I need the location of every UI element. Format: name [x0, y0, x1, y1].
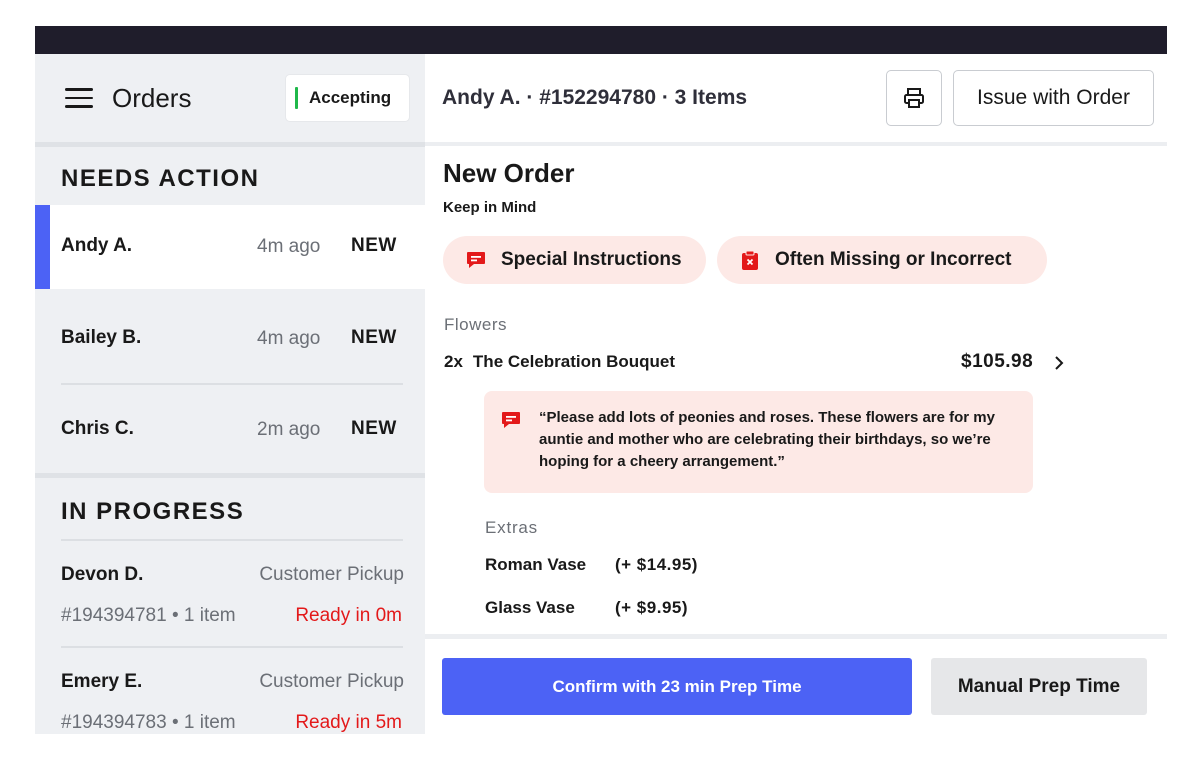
extra-price: (+ $9.95): [615, 598, 689, 617]
order-status-tag: NEW: [351, 235, 397, 256]
footer-divider: [425, 634, 1167, 639]
sidebar-title: Orders: [112, 83, 192, 113]
item-category: Flowers: [444, 315, 508, 334]
selected-indicator: [35, 205, 50, 289]
special-instructions-text: “Please add lots of peonies and roses. T…: [539, 409, 995, 470]
order-number-meta: #194394781 • 1 item: [61, 605, 236, 626]
item-quantity: 2x: [444, 352, 463, 371]
needs-action-title: NEEDS ACTION: [61, 165, 260, 192]
special-instructions-pill[interactable]: Special Instructions: [443, 236, 706, 284]
item-name: The Celebration Bouquet: [472, 352, 676, 371]
order-status-tag: NEW: [351, 327, 397, 348]
printer-icon: [904, 88, 924, 108]
order-item-line[interactable]: 2x The Celebration Bouquet: [444, 352, 675, 372]
order-customer-name: Bailey B.: [61, 327, 142, 348]
chat-bubble-icon: [502, 412, 520, 428]
order-detail-content: New Order Keep in Mind Special Instructi…: [425, 146, 1167, 634]
extras-title: Extras: [485, 518, 538, 537]
accepting-indicator: [295, 87, 298, 109]
extra-name: Glass Vase: [485, 598, 575, 617]
order-status-tag: NEW: [351, 418, 397, 439]
order-detail-title: Andy A. · #152294780 · 3 Items: [442, 86, 748, 109]
accepting-status-button[interactable]: Accepting: [286, 75, 409, 121]
order-customer-name: Emery E.: [61, 671, 143, 692]
extra-price: (+ $14.95): [615, 555, 698, 574]
issue-with-order-button[interactable]: Issue with Order: [953, 70, 1154, 126]
in-progress-order-devon[interactable]: Devon D. Customer Pickup #194394781 • 1 …: [35, 554, 425, 644]
order-row-andy[interactable]: Andy A. 4m ago NEW: [35, 205, 425, 289]
item-price: $105.98: [961, 351, 1034, 372]
chat-bubble-icon: [467, 252, 485, 268]
order-number-meta: #194394783 • 1 item: [61, 712, 236, 733]
hamburger-menu-icon[interactable]: [65, 88, 93, 108]
sidebar-header: Orders Accepting: [35, 54, 425, 142]
in-progress-title: IN PROGRESS: [61, 498, 245, 525]
order-time: 2m ago: [257, 419, 321, 440]
order-customer-name: Devon D.: [61, 564, 144, 585]
extra-name: Roman Vase: [485, 555, 587, 574]
order-customer-name: Andy A.: [61, 235, 133, 256]
top-bar: [35, 26, 1167, 54]
accepting-label: Accepting: [309, 88, 392, 107]
row-separator: [61, 539, 403, 541]
pill-label: Often Missing or Incorrect: [775, 249, 1012, 270]
in-progress-order-emery[interactable]: Emery E. Customer Pickup #194394783 • 1 …: [35, 661, 425, 734]
order-detail-header: Andy A. · #152294780 · 3 Items Issue wit…: [425, 54, 1167, 142]
pill-label: Special Instructions: [501, 249, 682, 270]
orders-sidebar: Orders Accepting NEEDS ACTION Andy A. 4m…: [35, 54, 425, 734]
chevron-right-icon[interactable]: [1054, 355, 1064, 371]
order-time: 4m ago: [257, 236, 321, 257]
often-missing-pill[interactable]: Often Missing or Incorrect: [717, 236, 1047, 284]
extra-item: Glass Vase (+ $9.95): [485, 598, 688, 618]
row-separator: [61, 383, 403, 385]
manual-prep-time-button[interactable]: Manual Prep Time: [931, 658, 1147, 715]
order-fulfillment-type: Customer Pickup: [259, 671, 404, 692]
special-instructions-note: “Please add lots of peonies and roses. T…: [484, 391, 1033, 493]
confirm-prep-time-button[interactable]: Confirm with 23 min Prep Time: [442, 658, 912, 715]
keep-in-mind-label: Keep in Mind: [443, 199, 537, 216]
order-row-chris[interactable]: Chris C. 2m ago NEW: [35, 388, 425, 472]
order-time: 4m ago: [257, 328, 321, 349]
order-customer-name: Chris C.: [61, 418, 134, 439]
order-heading: New Order: [443, 158, 575, 188]
order-row-bailey[interactable]: Bailey B. 4m ago NEW: [35, 297, 425, 381]
order-ready-time: Ready in 0m: [295, 605, 402, 626]
row-separator: [61, 646, 403, 648]
order-ready-time: Ready in 5m: [295, 712, 402, 733]
order-fulfillment-type: Customer Pickup: [259, 564, 404, 585]
print-button[interactable]: [886, 70, 942, 126]
clipboard-alert-icon: [742, 250, 758, 270]
section-divider: [35, 473, 425, 478]
extra-item: Roman Vase (+ $14.95): [485, 555, 698, 575]
section-divider: [35, 142, 425, 147]
